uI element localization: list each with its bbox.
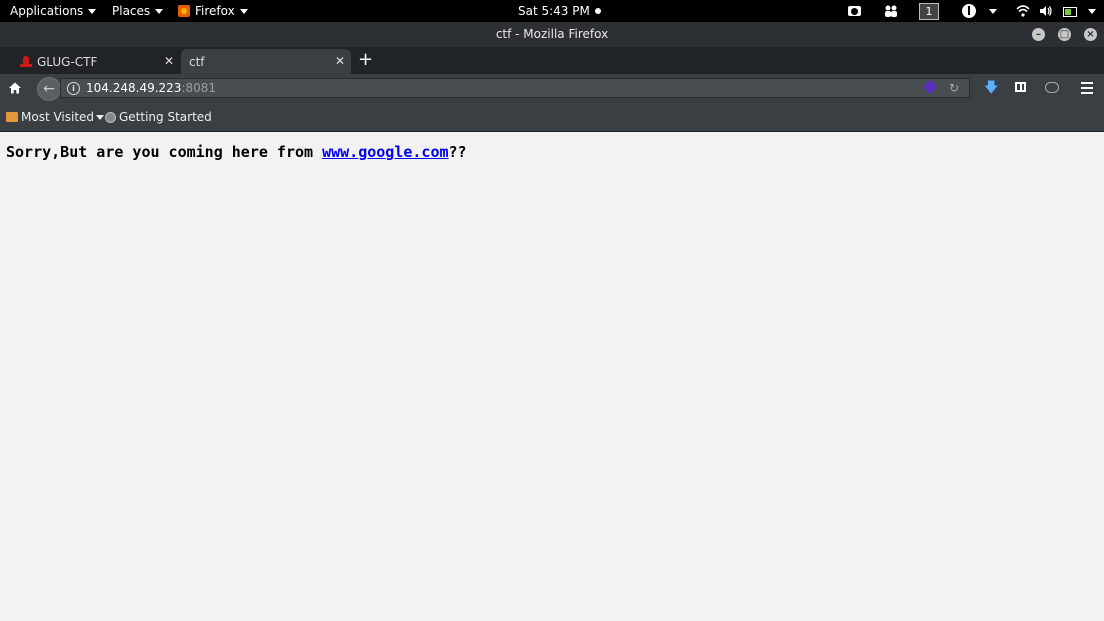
bookmark-label: Getting Started — [119, 110, 212, 124]
sidebar-icon[interactable] — [1015, 82, 1026, 92]
tab-strip: GLUG-CTF ✕ ctf ✕ + — [0, 47, 1104, 74]
window-title-bar: ctf - Mozilla Firefox – □ × — [0, 22, 1104, 47]
chevron-down-icon — [88, 8, 97, 14]
google-link[interactable]: www.google.com — [322, 143, 448, 161]
firefox-icon — [178, 5, 190, 17]
clock-label: Sat 5:43 PM — [518, 4, 590, 18]
back-button[interactable]: ← — [37, 77, 61, 101]
url-bar[interactable]: i 104.248.49.223:8081 ↻ — [60, 78, 970, 98]
tab-label: GLUG-CTF — [37, 54, 98, 69]
bookmark-label: Most Visited — [21, 110, 95, 124]
page-content: Sorry,But are you coming here from www.g… — [0, 132, 1104, 621]
wifi-icon[interactable] — [1016, 4, 1030, 18]
extension-icon[interactable] — [922, 79, 938, 95]
maximize-button[interactable]: □ — [1058, 28, 1071, 41]
globe-icon — [105, 111, 116, 123]
glug-favicon-icon — [20, 55, 32, 68]
close-window-button[interactable]: × — [1084, 28, 1097, 41]
close-tab-icon[interactable]: ✕ — [164, 54, 174, 68]
chevron-down-icon[interactable] — [1088, 9, 1096, 14]
accessibility-icon[interactable] — [962, 4, 976, 18]
chevron-down-icon — [239, 8, 248, 14]
message-suffix: ?? — [448, 143, 467, 161]
notification-dot-icon — [594, 8, 601, 14]
firefox-app-label: Firefox — [195, 4, 235, 18]
volume-icon[interactable] — [1039, 4, 1052, 18]
home-icon[interactable] — [9, 82, 21, 94]
folder-icon — [6, 112, 18, 122]
url-text[interactable]: 104.248.49.223:8081 — [86, 79, 216, 97]
url-host: 104.248.49.223 — [86, 81, 182, 95]
bookmarks-toolbar: Most Visited Getting Started — [0, 103, 1104, 132]
window-title: ctf - Mozilla Firefox — [495, 27, 609, 41]
info-icon[interactable]: i — [67, 82, 80, 95]
tab-glug-ctf[interactable]: GLUG-CTF ✕ — [14, 49, 180, 74]
message-prefix: Sorry,But are you coming here from — [6, 143, 323, 161]
firefox-app-menu[interactable]: Firefox — [178, 0, 248, 22]
people-icon[interactable] — [884, 4, 898, 18]
bookmark-getting-started[interactable]: Getting Started — [105, 110, 212, 124]
applications-label: Applications — [10, 4, 84, 18]
workspace-indicator[interactable]: 1 — [919, 3, 939, 20]
applications-menu[interactable]: Applications — [10, 0, 97, 22]
bookmark-most-visited[interactable]: Most Visited — [6, 110, 105, 124]
hamburger-menu-icon[interactable] — [1081, 82, 1093, 94]
navigation-bar: ← i 104.248.49.223:8081 ↻ 🡇 — [0, 74, 1104, 103]
page-message: Sorry,But are you coming here from www.g… — [6, 143, 467, 161]
places-menu[interactable]: Places — [112, 0, 164, 22]
tab-label: ctf — [189, 54, 205, 69]
download-icon[interactable]: 🡇 — [984, 80, 998, 96]
places-label: Places — [112, 4, 151, 18]
chevron-down-icon — [155, 8, 164, 14]
minimize-button[interactable]: – — [1032, 28, 1045, 41]
chevron-down-icon — [96, 114, 105, 120]
new-tab-button[interactable]: + — [358, 50, 373, 70]
camera-icon[interactable] — [848, 6, 861, 16]
clock[interactable]: Sat 5:43 PM — [518, 0, 601, 22]
private-mask-icon[interactable] — [1045, 82, 1059, 93]
tab-ctf[interactable]: ctf ✕ — [181, 49, 351, 74]
reload-icon[interactable]: ↻ — [949, 79, 959, 97]
system-top-bar: Applications Places Firefox Sat 5:43 PM … — [0, 0, 1104, 22]
chevron-down-icon[interactable] — [989, 9, 997, 14]
url-port: :8081 — [181, 81, 217, 95]
battery-icon[interactable] — [1063, 7, 1077, 17]
close-tab-icon[interactable]: ✕ — [335, 54, 345, 68]
